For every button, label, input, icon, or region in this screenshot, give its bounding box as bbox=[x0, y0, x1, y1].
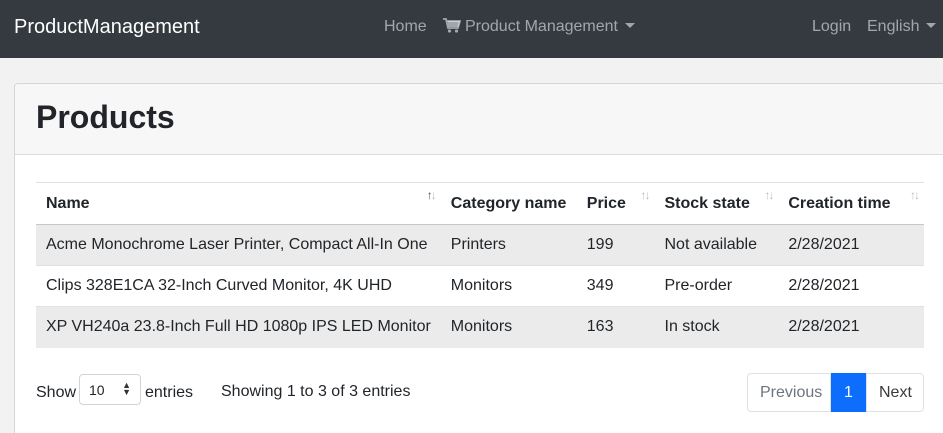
column-header-label: Price bbox=[586, 195, 626, 212]
sort-icon: ↑↓ bbox=[764, 188, 774, 202]
cell-category: Monitors bbox=[440, 306, 577, 348]
nav-product-management-dropdown[interactable]: Product Management bbox=[443, 18, 635, 36]
cell-stock-state: Not available bbox=[654, 224, 779, 266]
table-footer: Show 10 ▲ ▼ entries Showing 1 to 3 of 3 e… bbox=[36, 373, 924, 413]
cell-stock-state: Pre-order bbox=[654, 265, 779, 307]
sort-icon: ↑↓ bbox=[910, 188, 920, 202]
column-header-price[interactable]: Price ↑↓ bbox=[576, 182, 655, 225]
cell-name: XP VH240a 23.8-Inch Full HD 1080p IPS LE… bbox=[36, 306, 441, 348]
column-header-label: Creation time bbox=[788, 195, 891, 212]
column-header-name[interactable]: Name ↑↓ bbox=[36, 182, 441, 225]
products-card: Products Name ↑↓ Category name Price ↑↓ … bbox=[14, 83, 943, 433]
cell-name: Acme Monochrome Laser Printer, Compact A… bbox=[36, 224, 441, 266]
table-row[interactable]: XP VH240a 23.8-Inch Full HD 1080p IPS LE… bbox=[36, 306, 924, 348]
nav-product-management-label: Product Management bbox=[465, 18, 618, 35]
shopping-cart-icon bbox=[443, 18, 461, 33]
page-1-button[interactable]: 1 bbox=[831, 373, 866, 412]
column-header-category[interactable]: Category name bbox=[440, 182, 577, 225]
sort-icon: ↑↓ bbox=[640, 188, 651, 202]
select-arrows-icon: ▲ ▼ bbox=[122, 380, 131, 397]
nav-home-link[interactable]: Home bbox=[384, 18, 427, 36]
table-info: Showing 1 to 3 of 3 entries bbox=[221, 383, 411, 400]
cell-stock-state: In stock bbox=[654, 306, 779, 348]
sort-icon: ↑↓ bbox=[426, 188, 437, 202]
column-header-creation-time[interactable]: Creation time ↑↓ bbox=[778, 182, 924, 225]
table-row[interactable]: Clips 328E1CA 32-Inch Curved Monitor, 4K… bbox=[36, 265, 924, 307]
table-row[interactable]: Acme Monochrome Laser Printer, Compact A… bbox=[36, 224, 924, 266]
page-title: Products bbox=[36, 99, 175, 135]
top-navbar: ProductManagement Home Product Managemen… bbox=[0, 0, 943, 58]
chevron-down-icon bbox=[624, 23, 635, 28]
column-header-label: Name bbox=[46, 195, 90, 212]
cell-price: 349 bbox=[576, 265, 655, 307]
cell-creation-time: 2/28/2021 bbox=[778, 306, 924, 348]
chevron-down-icon bbox=[926, 23, 937, 28]
show-label: Show bbox=[36, 384, 77, 401]
products-table: Name ↑↓ Category name Price ↑↓ Stock sta… bbox=[36, 182, 924, 348]
brand-link[interactable]: ProductManagement bbox=[14, 16, 200, 39]
cell-creation-time: 2/28/2021 bbox=[778, 224, 924, 266]
column-header-stock-state[interactable]: Stock state ↑↓ bbox=[654, 182, 779, 225]
next-page-button[interactable]: Next bbox=[866, 373, 924, 412]
entries-label: entries bbox=[145, 384, 194, 401]
cell-creation-time: 2/28/2021 bbox=[778, 265, 924, 307]
page-size-select[interactable]: 10 ▲ ▼ bbox=[79, 374, 141, 405]
language-label: English bbox=[867, 18, 920, 35]
previous-page-button[interactable]: Previous bbox=[747, 373, 831, 412]
nav-login-link[interactable]: Login bbox=[812, 18, 851, 36]
cell-name: Clips 328E1CA 32-Inch Curved Monitor, 4K… bbox=[36, 265, 441, 307]
column-header-label: Category name bbox=[450, 195, 567, 212]
cell-category: Monitors bbox=[440, 265, 577, 307]
cell-price: 163 bbox=[576, 306, 655, 348]
card-header: Products bbox=[15, 84, 943, 155]
cell-price: 199 bbox=[576, 224, 655, 266]
cell-category: Printers bbox=[440, 224, 577, 266]
language-dropdown[interactable]: English bbox=[867, 18, 937, 36]
column-header-label: Stock state bbox=[664, 195, 750, 212]
page-size-value: 10 bbox=[89, 382, 105, 398]
table-header-row: Name ↑↓ Category name Price ↑↓ Stock sta… bbox=[36, 182, 924, 225]
pagination: Previous 1 Next bbox=[747, 373, 924, 412]
